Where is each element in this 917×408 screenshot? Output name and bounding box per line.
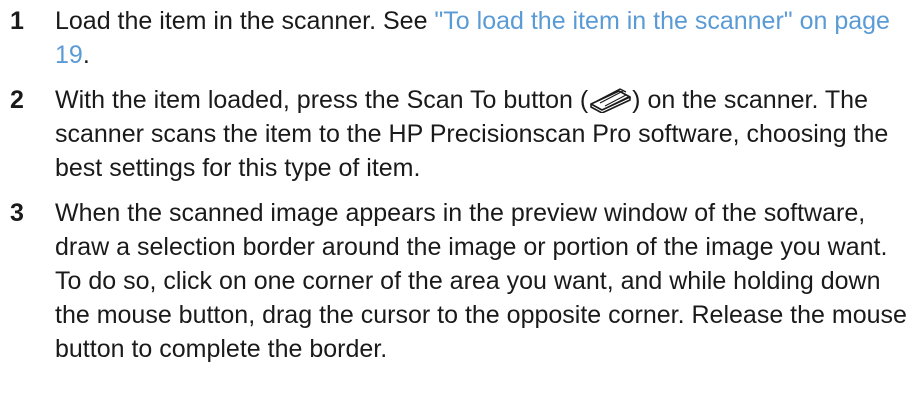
step-1: 1 Load the item in the scanner. See "To … xyxy=(0,4,917,72)
step-text-start: Load the item in the scanner. See xyxy=(55,7,435,35)
step-text-end: . xyxy=(82,41,90,69)
step-number: 2 xyxy=(10,86,24,114)
step-number: 3 xyxy=(10,199,24,227)
step-2: 2 With the item loaded, press the Scan T… xyxy=(0,83,917,185)
step-3: 3 When the scanned image appears in the … xyxy=(0,196,917,366)
step-text: Load the item in the scanner. See "To lo… xyxy=(55,4,917,72)
step-number: 1 xyxy=(10,7,24,35)
step-text: With the item loaded, press the Scan To … xyxy=(55,83,917,185)
step-text: When the scanned image appears in the pr… xyxy=(55,199,907,363)
step-text-start: With the item loaded, press the Scan To … xyxy=(55,86,589,114)
procedure-steps: 1 Load the item in the scanner. See "To … xyxy=(0,4,917,377)
scanner-icon xyxy=(588,85,632,114)
